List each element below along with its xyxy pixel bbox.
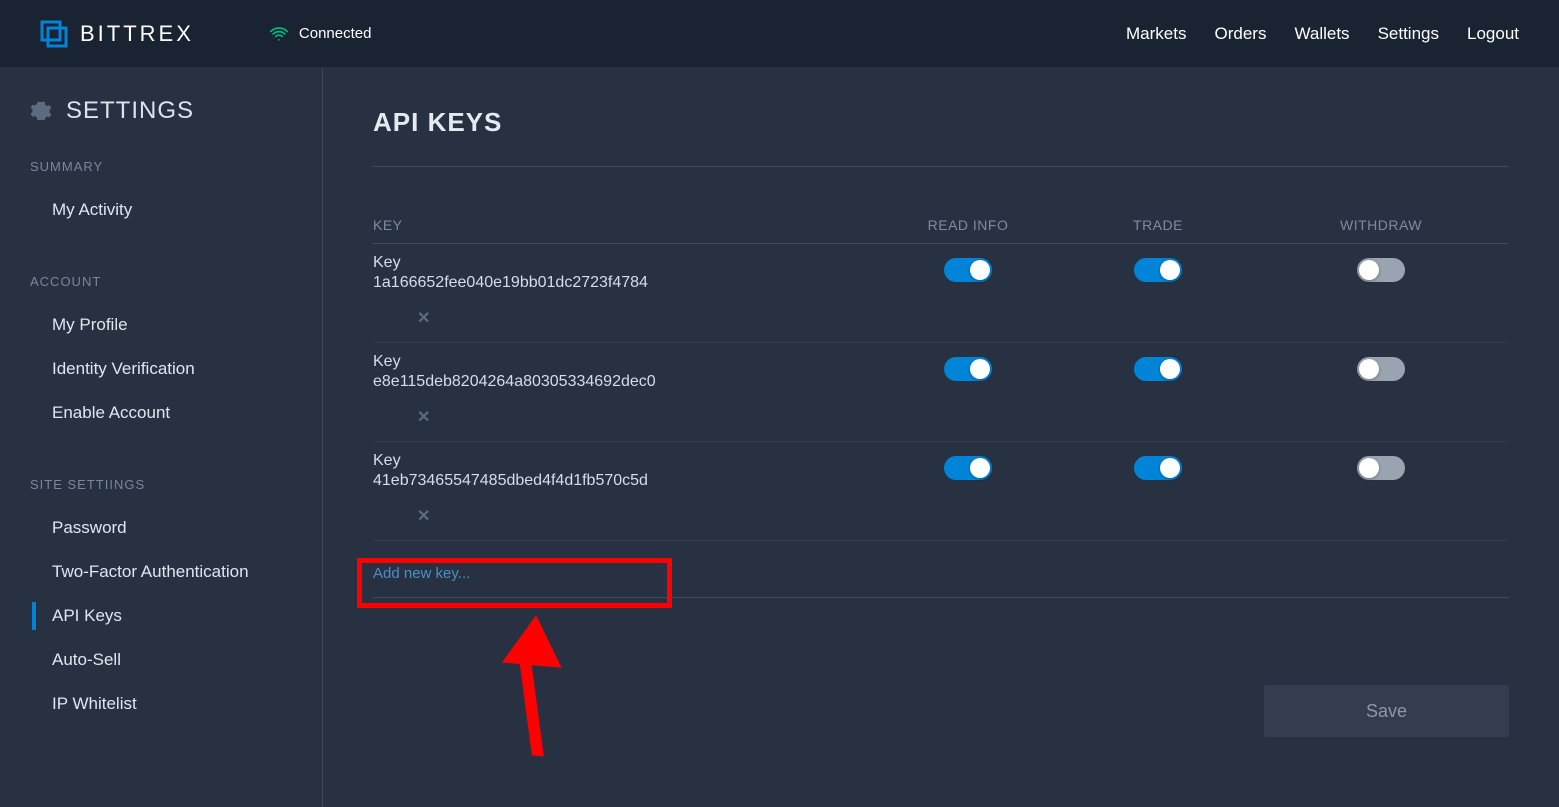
gear-icon (30, 100, 52, 122)
save-button[interactable]: Save (1264, 685, 1509, 737)
sidebar-section-site-settings: SITE SETTIINGS Password Two-Factor Authe… (0, 477, 322, 726)
add-new-key-link[interactable]: Add new key... (373, 565, 470, 582)
section-label-summary: SUMMARY (0, 159, 322, 174)
sidebar-title-row: SETTINGS (0, 97, 322, 125)
sidebar-item-two-factor[interactable]: Two-Factor Authentication (0, 550, 322, 594)
withdraw-toggle[interactable] (1357, 357, 1405, 381)
connection-status: Connected (269, 24, 372, 44)
read-info-cell (873, 452, 1063, 480)
delete-key-icon[interactable]: ✕ (417, 308, 430, 328)
key-value: 41eb73465547485dbed4f4d1fb570c5d (373, 472, 873, 490)
key-label: Key (373, 353, 873, 371)
key-cell: Key 1a166652fee040e19bb01dc2723f4784 ✕ (373, 254, 873, 336)
page-title: API KEYS (373, 107, 1509, 167)
key-label: Key (373, 452, 873, 470)
api-keys-table: KEY READ INFO TRADE WITHDRAW Key 1a16665… (373, 217, 1509, 598)
th-key: KEY (373, 217, 873, 233)
read-info-cell (873, 254, 1063, 282)
key-cell: Key 41eb73465547485dbed4f4d1fb570c5d ✕ (373, 452, 873, 534)
withdraw-cell (1253, 452, 1509, 480)
table-row: Key e8e115deb8204264a80305334692dec0 ✕ (373, 343, 1509, 442)
trade-toggle[interactable] (1134, 357, 1182, 381)
bittrex-logo-icon (40, 20, 68, 48)
main-content: API KEYS KEY READ INFO TRADE WITHDRAW Ke… (323, 67, 1559, 807)
sidebar-item-my-activity[interactable]: My Activity (0, 188, 322, 232)
sidebar-item-identity-verification[interactable]: Identity Verification (0, 347, 322, 391)
delete-key-icon[interactable]: ✕ (417, 407, 430, 427)
sidebar-item-ip-whitelist[interactable]: IP Whitelist (0, 682, 322, 726)
nav-settings[interactable]: Settings (1378, 24, 1439, 44)
brand-logo[interactable]: BITTREX (40, 20, 194, 48)
key-label: Key (373, 254, 873, 272)
sidebar-title: SETTINGS (66, 97, 194, 125)
header-bar: BITTREX Connected Markets Orders Wallets… (0, 0, 1559, 67)
nav-wallets[interactable]: Wallets (1294, 24, 1349, 44)
section-label-account: ACCOUNT (0, 274, 322, 289)
key-value: 1a166652fee040e19bb01dc2723f4784 (373, 274, 873, 292)
trade-toggle[interactable] (1134, 258, 1182, 282)
top-nav: Markets Orders Wallets Settings Logout (1126, 24, 1519, 44)
settings-sidebar: SETTINGS SUMMARY My Activity ACCOUNT My … (0, 67, 323, 807)
nav-markets[interactable]: Markets (1126, 24, 1186, 44)
withdraw-cell (1253, 353, 1509, 381)
delete-key-icon[interactable]: ✕ (417, 506, 430, 526)
table-row: Key 1a166652fee040e19bb01dc2723f4784 ✕ (373, 244, 1509, 343)
key-cell: Key e8e115deb8204264a80305334692dec0 ✕ (373, 353, 873, 435)
read-info-toggle[interactable] (944, 258, 992, 282)
add-key-row: Add new key... (373, 541, 1509, 598)
trade-cell (1063, 353, 1253, 381)
key-value: e8e115deb8204264a80305334692dec0 (373, 373, 873, 391)
sidebar-item-my-profile[interactable]: My Profile (0, 303, 322, 347)
withdraw-toggle[interactable] (1357, 258, 1405, 282)
table-header: KEY READ INFO TRADE WITHDRAW (373, 217, 1509, 244)
sidebar-item-password[interactable]: Password (0, 506, 322, 550)
trade-toggle[interactable] (1134, 456, 1182, 480)
withdraw-toggle[interactable] (1357, 456, 1405, 480)
read-info-cell (873, 353, 1063, 381)
read-info-toggle[interactable] (944, 456, 992, 480)
th-withdraw: WITHDRAW (1253, 217, 1509, 233)
read-info-toggle[interactable] (944, 357, 992, 381)
nav-orders[interactable]: Orders (1214, 24, 1266, 44)
nav-logout[interactable]: Logout (1467, 24, 1519, 44)
sidebar-item-enable-account[interactable]: Enable Account (0, 391, 322, 435)
sidebar-section-account: ACCOUNT My Profile Identity Verification… (0, 274, 322, 435)
sidebar-item-auto-sell[interactable]: Auto-Sell (0, 638, 322, 682)
section-label-site-settings: SITE SETTIINGS (0, 477, 322, 492)
trade-cell (1063, 452, 1253, 480)
brand-name: BITTREX (80, 21, 194, 47)
withdraw-cell (1253, 254, 1509, 282)
sidebar-section-summary: SUMMARY My Activity (0, 159, 322, 232)
th-read-info: READ INFO (873, 217, 1063, 233)
trade-cell (1063, 254, 1253, 282)
sidebar-item-api-keys[interactable]: API Keys (0, 594, 322, 638)
th-trade: TRADE (1063, 217, 1253, 233)
connection-label: Connected (299, 25, 372, 42)
wifi-icon (269, 24, 289, 44)
table-row: Key 41eb73465547485dbed4f4d1fb570c5d ✕ (373, 442, 1509, 541)
